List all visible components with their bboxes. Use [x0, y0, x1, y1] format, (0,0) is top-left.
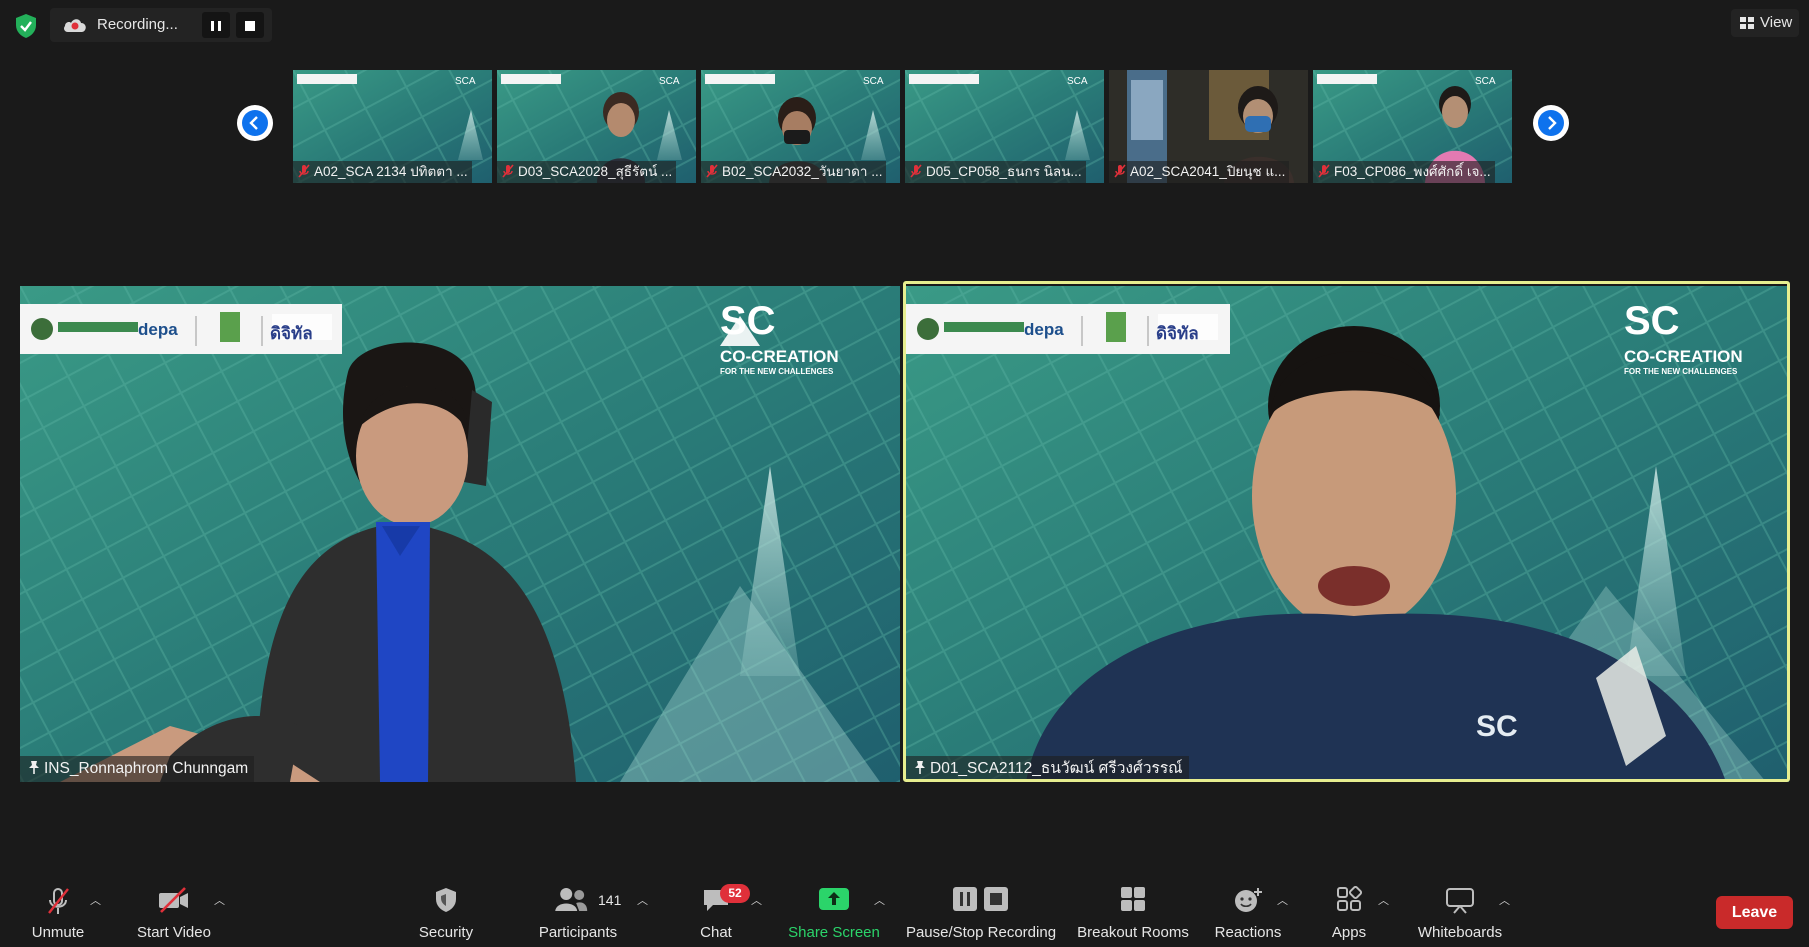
share-options-caret[interactable]: ︿ — [874, 892, 885, 908]
apps-button[interactable]: Apps — [1309, 872, 1389, 947]
apps-options-caret[interactable]: ︿ — [1378, 892, 1389, 908]
share-screen-icon — [818, 886, 850, 917]
depa-logo: depa — [138, 320, 178, 339]
mic-muted-icon — [1318, 164, 1330, 178]
active-speaker-border — [903, 281, 1790, 782]
whiteboards-button[interactable]: Whiteboards — [1406, 872, 1514, 947]
smiley-icon — [1233, 886, 1263, 919]
grid-icon — [1740, 17, 1754, 29]
gallery-strip: SCA A02_SCA 2134 ปทิตตา ... SCA D03_SCA2… — [0, 68, 1809, 186]
pause-stop-recording-button[interactable]: Pause/Stop Recording — [900, 872, 1062, 947]
previous-page-button[interactable] — [237, 105, 273, 141]
unmute-button[interactable]: Unmute — [18, 872, 98, 947]
thumbnail-label: D03_SCA2028_สุธีรัตน์ ... — [497, 161, 677, 183]
mic-muted-icon — [502, 164, 514, 178]
mic-muted-icon — [1114, 164, 1126, 178]
thumbnail-label: F03_CP086_พงศ์ศักดิ์ เจ... — [1313, 161, 1495, 183]
chat-options-caret[interactable]: ︿ — [751, 892, 762, 908]
whiteboards-options-caret[interactable]: ︿ — [1499, 892, 1510, 908]
participants-count: 141 — [598, 892, 622, 908]
participant-thumbnail[interactable]: SCA D03_SCA2028_สุธีรัตน์ ... — [497, 70, 696, 183]
meeting-toolbar: Unmute ︿ Start Video ︿ Security Particip… — [0, 872, 1809, 947]
recording-status: Recording... — [97, 16, 178, 33]
mic-muted-icon — [298, 164, 310, 178]
sca-banner: SC CO-CREATION FOR THE NEW CHALLENGES — [720, 299, 839, 376]
digital-logo: ดิจิทัล — [270, 324, 313, 343]
view-button[interactable]: View — [1731, 9, 1799, 37]
thumbnail-label: B02_SCA2032_วันยาดา ... — [701, 161, 887, 183]
pause-stop-icon — [952, 886, 1010, 917]
chat-unread-badge: 52 — [720, 884, 750, 903]
recording-indicator: Recording... — [50, 8, 272, 42]
view-label: View — [1760, 14, 1793, 31]
participants-button[interactable]: Participants — [528, 872, 628, 947]
start-video-button[interactable]: Start Video — [124, 872, 224, 947]
chat-button[interactable]: Chat — [676, 872, 756, 947]
reactions-options-caret[interactable]: ︿ — [1277, 892, 1288, 908]
reactions-button[interactable]: Reactions — [1208, 872, 1288, 947]
cloud-recording-icon — [62, 16, 88, 34]
participants-options-caret[interactable]: ︿ — [637, 892, 648, 908]
apps-icon — [1336, 885, 1363, 917]
svg-text:SCA: SCA — [659, 76, 680, 87]
thumbnail-label: A02_SCA 2134 ปทิตตา ... — [293, 161, 472, 183]
participant-thumbnail[interactable]: SCA F03_CP086_พงศ์ศักดิ์ เจ... — [1313, 70, 1512, 183]
people-icon — [554, 886, 588, 917]
participant-thumbnail[interactable]: A02_SCA2041_ปิยนุช แ... — [1109, 70, 1308, 183]
mic-muted-icon — [706, 164, 718, 178]
thumbnail-label: A02_SCA2041_ปิยนุช แ... — [1109, 161, 1290, 183]
pause-recording-button[interactable] — [202, 12, 230, 38]
svg-text:SCA: SCA — [455, 76, 476, 87]
chevron-left-icon — [242, 110, 268, 136]
svg-text:SCA: SCA — [863, 76, 884, 87]
mic-muted-icon — [43, 886, 73, 921]
next-page-button[interactable] — [1533, 105, 1569, 141]
leave-button[interactable]: Leave — [1716, 896, 1793, 929]
video-tile-left[interactable]: SC CO-CREATION FOR THE NEW CHALLENGES de… — [20, 286, 900, 782]
video-off-icon — [157, 886, 191, 919]
chevron-right-icon — [1538, 110, 1564, 136]
top-bar: Recording... View — [0, 0, 1809, 50]
video-options-caret[interactable]: ︿ — [214, 892, 225, 908]
svg-text:SCA: SCA — [1067, 76, 1088, 87]
grid-icon — [1120, 886, 1146, 917]
shield-icon[interactable] — [14, 13, 38, 39]
unmute-options-caret[interactable]: ︿ — [90, 892, 101, 908]
stop-recording-button[interactable] — [236, 12, 264, 38]
participant-thumbnail[interactable]: SCA B02_SCA2032_วันยาดา ... — [701, 70, 900, 183]
svg-text:SCA: SCA — [1475, 76, 1496, 87]
whiteboard-icon — [1445, 886, 1475, 919]
security-button[interactable]: Security — [406, 872, 486, 947]
breakout-rooms-button[interactable]: Breakout Rooms — [1072, 872, 1194, 947]
share-screen-button[interactable]: Share Screen — [782, 872, 886, 947]
shield-icon — [433, 886, 459, 919]
participant-thumbnail[interactable]: SCA A02_SCA 2134 ปทิตตา ... — [293, 70, 492, 183]
pin-icon — [29, 761, 39, 775]
participant-name-label: INS_Ronnaphrom Chunngam — [20, 756, 255, 782]
participant-thumbnail[interactable]: SCA D05_CP058_ธนกร นิลน... — [905, 70, 1104, 183]
thumbnail-label: D05_CP058_ธนกร นิลน... — [905, 161, 1086, 183]
mic-muted-icon — [910, 164, 922, 178]
